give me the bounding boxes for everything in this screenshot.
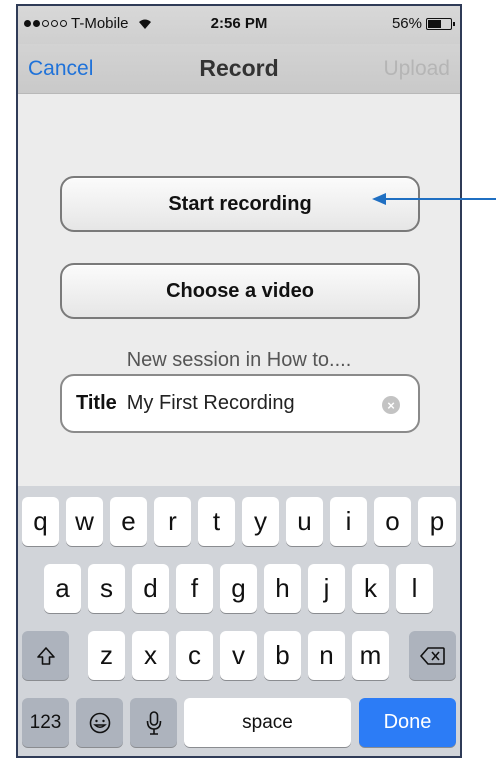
key-l[interactable]: l — [396, 564, 433, 613]
battery-icon — [426, 17, 455, 30]
done-key[interactable]: Done — [359, 698, 456, 747]
session-label: New session in How to.... — [126, 349, 352, 371]
battery-percent: 56% — [391, 15, 422, 32]
key-b[interactable]: b — [264, 631, 301, 680]
emoji-key[interactable] — [76, 698, 123, 747]
shift-icon — [36, 646, 55, 665]
title-field-value[interactable]: My First Recording — [127, 392, 295, 415]
key-u[interactable]: u — [286, 497, 323, 546]
navigation-bar: Cancel Record Upload — [18, 44, 460, 94]
key-t[interactable]: t — [198, 497, 235, 546]
key-w[interactable]: w — [66, 497, 103, 546]
phone-screen: T-Mobile 2:56 PM 56% Cancel Record Uploa… — [16, 4, 462, 758]
clear-text-icon[interactable]: × — [382, 396, 400, 414]
backspace-icon — [419, 646, 445, 665]
key-r[interactable]: r — [154, 497, 191, 546]
key-x[interactable]: x — [132, 631, 169, 680]
annotation-arrow-icon — [372, 193, 496, 205]
key-e[interactable]: e — [110, 497, 147, 546]
key-c[interactable]: c — [176, 631, 213, 680]
key-q[interactable]: q — [22, 497, 59, 546]
delete-key[interactable] — [409, 631, 456, 680]
key-d[interactable]: d — [132, 564, 169, 613]
key-n[interactable]: n — [308, 631, 345, 680]
key-j[interactable]: j — [308, 564, 345, 613]
key-f[interactable]: f — [176, 564, 213, 613]
key-z[interactable]: z — [88, 631, 125, 680]
key-g[interactable]: g — [220, 564, 257, 613]
key-v[interactable]: v — [220, 631, 257, 680]
choose-video-button[interactable]: Choose a video — [60, 263, 420, 319]
emoji-icon — [89, 712, 110, 733]
shift-key[interactable] — [22, 631, 69, 680]
key-s[interactable]: s — [88, 564, 125, 613]
key-k[interactable]: k — [352, 564, 389, 613]
key-i[interactable]: i — [330, 497, 367, 546]
status-bar: T-Mobile 2:56 PM 56% — [18, 6, 460, 44]
key-a[interactable]: a — [44, 564, 81, 613]
key-y[interactable]: y — [242, 497, 279, 546]
key-h[interactable]: h — [264, 564, 301, 613]
upload-button[interactable]: Upload — [383, 57, 450, 81]
microphone-icon — [146, 710, 161, 735]
status-right: 56% — [391, 15, 455, 32]
keyboard: q w e r t y u i o p a s d f g h j k l z … — [18, 486, 460, 756]
start-recording-button[interactable]: Start recording — [60, 176, 420, 232]
numbers-key[interactable]: 123 — [22, 698, 69, 747]
key-m[interactable]: m — [352, 631, 389, 680]
key-o[interactable]: o — [374, 497, 411, 546]
key-p[interactable]: p — [418, 497, 456, 546]
title-field-label: Title — [76, 392, 117, 414]
dictation-key[interactable] — [130, 698, 177, 747]
title-input[interactable]: Title My First Recording × — [60, 374, 420, 433]
space-key[interactable]: space — [184, 698, 351, 747]
